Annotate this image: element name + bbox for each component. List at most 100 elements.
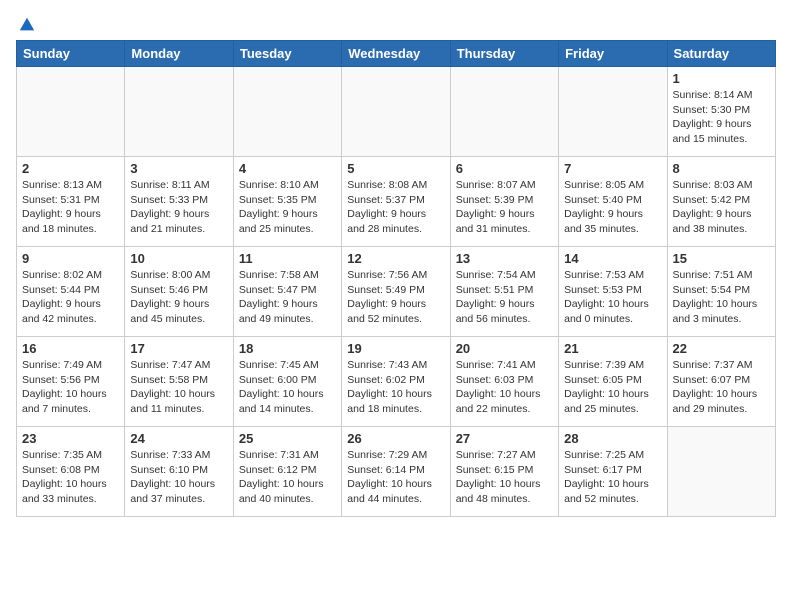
day-info: Sunrise: 7:45 AM Sunset: 6:00 PM Dayligh…	[239, 358, 336, 417]
day-info: Sunrise: 8:00 AM Sunset: 5:46 PM Dayligh…	[130, 268, 227, 327]
day-number: 26	[347, 431, 444, 446]
day-number: 6	[456, 161, 553, 176]
day-info: Sunrise: 7:29 AM Sunset: 6:14 PM Dayligh…	[347, 448, 444, 507]
day-number: 16	[22, 341, 119, 356]
day-info: Sunrise: 7:58 AM Sunset: 5:47 PM Dayligh…	[239, 268, 336, 327]
calendar-cell: 22 Sunrise: 7:37 AM Sunset: 6:07 PM Dayli…	[667, 337, 775, 427]
calendar-cell	[342, 67, 450, 157]
day-info: Sunrise: 8:11 AM Sunset: 5:33 PM Dayligh…	[130, 178, 227, 237]
calendar-cell	[125, 67, 233, 157]
day-info: Sunrise: 8:13 AM Sunset: 5:31 PM Dayligh…	[22, 178, 119, 237]
calendar-week-4: 16 Sunrise: 7:49 AM Sunset: 5:56 PM Dayli…	[17, 337, 776, 427]
day-header-sunday: Sunday	[17, 41, 125, 67]
calendar-week-2: 2 Sunrise: 8:13 AM Sunset: 5:31 PM Daylig…	[17, 157, 776, 247]
day-info: Sunrise: 7:39 AM Sunset: 6:05 PM Dayligh…	[564, 358, 661, 417]
calendar-cell: 1 Sunrise: 8:14 AM Sunset: 5:30 PM Daylig…	[667, 67, 775, 157]
calendar-cell	[667, 427, 775, 517]
day-info: Sunrise: 7:37 AM Sunset: 6:07 PM Dayligh…	[673, 358, 770, 417]
day-info: Sunrise: 7:53 AM Sunset: 5:53 PM Dayligh…	[564, 268, 661, 327]
calendar-cell: 20 Sunrise: 7:41 AM Sunset: 6:03 PM Dayli…	[450, 337, 558, 427]
calendar-week-3: 9Sunrise: 8:02 AM Sunset: 5:44 PM Daylig…	[17, 247, 776, 337]
day-number: 18	[239, 341, 336, 356]
day-number: 19	[347, 341, 444, 356]
day-number: 25	[239, 431, 336, 446]
days-header-row: SundayMondayTuesdayWednesdayThursdayFrid…	[17, 41, 776, 67]
day-info: Sunrise: 7:51 AM Sunset: 5:54 PM Dayligh…	[673, 268, 770, 327]
calendar-cell	[17, 67, 125, 157]
day-number: 4	[239, 161, 336, 176]
calendar-cell: 2 Sunrise: 8:13 AM Sunset: 5:31 PM Daylig…	[17, 157, 125, 247]
day-number: 22	[673, 341, 770, 356]
day-info: Sunrise: 7:56 AM Sunset: 5:49 PM Dayligh…	[347, 268, 444, 327]
day-header-friday: Friday	[559, 41, 667, 67]
calendar-cell: 23Sunrise: 7:35 AM Sunset: 6:08 PM Dayli…	[17, 427, 125, 517]
calendar-body: 1 Sunrise: 8:14 AM Sunset: 5:30 PM Daylig…	[17, 67, 776, 517]
day-info: Sunrise: 7:43 AM Sunset: 6:02 PM Dayligh…	[347, 358, 444, 417]
day-number: 2	[22, 161, 119, 176]
calendar-cell: 15 Sunrise: 7:51 AM Sunset: 5:54 PM Dayli…	[667, 247, 775, 337]
day-number: 1	[673, 71, 770, 86]
calendar-table: SundayMondayTuesdayWednesdayThursdayFrid…	[16, 40, 776, 517]
day-number: 14	[564, 251, 661, 266]
day-info: Sunrise: 8:07 AM Sunset: 5:39 PM Dayligh…	[456, 178, 553, 237]
day-number: 20	[456, 341, 553, 356]
day-info: Sunrise: 8:10 AM Sunset: 5:35 PM Dayligh…	[239, 178, 336, 237]
day-number: 23	[22, 431, 119, 446]
day-number: 24	[130, 431, 227, 446]
day-number: 21	[564, 341, 661, 356]
day-header-wednesday: Wednesday	[342, 41, 450, 67]
calendar-cell: 4 Sunrise: 8:10 AM Sunset: 5:35 PM Daylig…	[233, 157, 341, 247]
day-number: 13	[456, 251, 553, 266]
calendar-cell: 25 Sunrise: 7:31 AM Sunset: 6:12 PM Dayli…	[233, 427, 341, 517]
calendar-cell: 6 Sunrise: 8:07 AM Sunset: 5:39 PM Daylig…	[450, 157, 558, 247]
day-number: 10	[130, 251, 227, 266]
calendar-cell: 10 Sunrise: 8:00 AM Sunset: 5:46 PM Dayli…	[125, 247, 233, 337]
calendar-cell: 9Sunrise: 8:02 AM Sunset: 5:44 PM Daylig…	[17, 247, 125, 337]
day-number: 15	[673, 251, 770, 266]
calendar-cell: 17Sunrise: 7:47 AM Sunset: 5:58 PM Dayli…	[125, 337, 233, 427]
calendar-cell: 18 Sunrise: 7:45 AM Sunset: 6:00 PM Dayli…	[233, 337, 341, 427]
calendar-cell: 21 Sunrise: 7:39 AM Sunset: 6:05 PM Dayli…	[559, 337, 667, 427]
day-info: Sunrise: 7:49 AM Sunset: 5:56 PM Dayligh…	[22, 358, 119, 417]
day-header-saturday: Saturday	[667, 41, 775, 67]
day-info: Sunrise: 8:03 AM Sunset: 5:42 PM Dayligh…	[673, 178, 770, 237]
calendar-cell: 19 Sunrise: 7:43 AM Sunset: 6:02 PM Dayli…	[342, 337, 450, 427]
day-number: 28	[564, 431, 661, 446]
day-number: 11	[239, 251, 336, 266]
logo	[16, 16, 36, 30]
day-info: Sunrise: 7:54 AM Sunset: 5:51 PM Dayligh…	[456, 268, 553, 327]
day-header-thursday: Thursday	[450, 41, 558, 67]
calendar-cell: 28Sunrise: 7:25 AM Sunset: 6:17 PM Dayli…	[559, 427, 667, 517]
day-info: Sunrise: 8:05 AM Sunset: 5:40 PM Dayligh…	[564, 178, 661, 237]
day-number: 17	[130, 341, 227, 356]
calendar-cell: 7 Sunrise: 8:05 AM Sunset: 5:40 PM Daylig…	[559, 157, 667, 247]
calendar-cell: 16 Sunrise: 7:49 AM Sunset: 5:56 PM Dayli…	[17, 337, 125, 427]
calendar-week-5: 23Sunrise: 7:35 AM Sunset: 6:08 PM Dayli…	[17, 427, 776, 517]
day-number: 27	[456, 431, 553, 446]
day-info: Sunrise: 7:33 AM Sunset: 6:10 PM Dayligh…	[130, 448, 227, 507]
day-number: 3	[130, 161, 227, 176]
day-header-tuesday: Tuesday	[233, 41, 341, 67]
calendar-cell	[233, 67, 341, 157]
day-number: 7	[564, 161, 661, 176]
day-number: 12	[347, 251, 444, 266]
calendar-cell: 26 Sunrise: 7:29 AM Sunset: 6:14 PM Dayli…	[342, 427, 450, 517]
calendar-cell: 3 Sunrise: 8:11 AM Sunset: 5:33 PM Daylig…	[125, 157, 233, 247]
day-info: Sunrise: 7:27 AM Sunset: 6:15 PM Dayligh…	[456, 448, 553, 507]
day-info: Sunrise: 8:14 AM Sunset: 5:30 PM Dayligh…	[673, 88, 770, 147]
page-header	[16, 16, 776, 30]
calendar-cell: 12 Sunrise: 7:56 AM Sunset: 5:49 PM Dayli…	[342, 247, 450, 337]
day-info: Sunrise: 8:02 AM Sunset: 5:44 PM Dayligh…	[22, 268, 119, 327]
calendar-cell: 27 Sunrise: 7:27 AM Sunset: 6:15 PM Dayli…	[450, 427, 558, 517]
calendar-cell: 11 Sunrise: 7:58 AM Sunset: 5:47 PM Dayli…	[233, 247, 341, 337]
day-number: 8	[673, 161, 770, 176]
calendar-cell: 24 Sunrise: 7:33 AM Sunset: 6:10 PM Dayli…	[125, 427, 233, 517]
day-info: Sunrise: 7:41 AM Sunset: 6:03 PM Dayligh…	[456, 358, 553, 417]
calendar-cell: 5Sunrise: 8:08 AM Sunset: 5:37 PM Daylig…	[342, 157, 450, 247]
logo-icon	[18, 16, 36, 34]
calendar-cell: 13 Sunrise: 7:54 AM Sunset: 5:51 PM Dayli…	[450, 247, 558, 337]
day-info: Sunrise: 8:08 AM Sunset: 5:37 PM Dayligh…	[347, 178, 444, 237]
calendar-cell: 14 Sunrise: 7:53 AM Sunset: 5:53 PM Dayli…	[559, 247, 667, 337]
day-header-monday: Monday	[125, 41, 233, 67]
day-info: Sunrise: 7:31 AM Sunset: 6:12 PM Dayligh…	[239, 448, 336, 507]
